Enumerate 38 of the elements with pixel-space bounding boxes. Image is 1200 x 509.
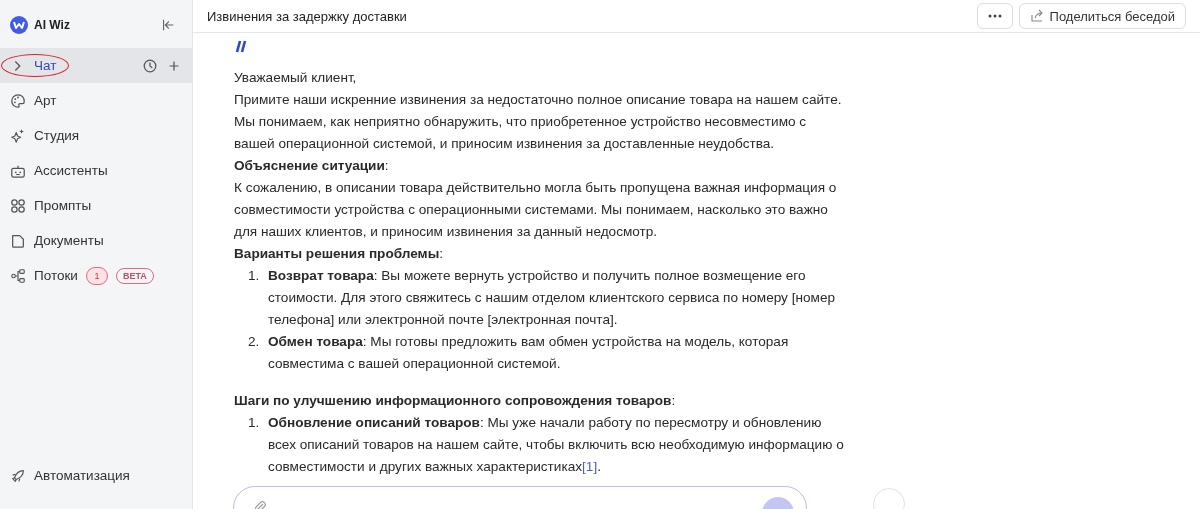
palette-icon <box>10 92 26 109</box>
sidebar-item[interactable]: Автоматизация <box>0 458 192 493</box>
section-heading: Шаги по улучшению информационного сопровождения товаров: <box>234 392 677 410</box>
count-badge: 1 <box>85 266 108 285</box>
list-item-text: Возврат товара: Вы можете вернуть устройство и получить полное возмещение его стоимости. Для этого свяжитесь с нашим отделом клиентского сервиса по номеру [номер телефона] или электронной почте [электронная почта]. <box>268 267 836 329</box>
sparkle-icon <box>10 127 26 144</box>
list-number: 2. <box>248 333 261 351</box>
more-icon <box>987 14 1002 18</box>
sidebar-item[interactable]: Документы <box>0 223 192 258</box>
message-paragraph: Уважаемый клиент, <box>234 69 358 87</box>
assistant-mark-icon <box>234 39 248 53</box>
message-paragraph: К сожалению, в описании товара действительно могла быть пропущена важная информация о совместимости устройства с операционными системами. Мы понимаем, насколько это важно для наших клиентов, и приносим извинения за данный недосмотр. <box>234 179 838 241</box>
list-item-text: Обмен товара: Мы готовы предложить вам обмен устройства на модель, которая совместима с вашей операционной системой. <box>268 333 790 373</box>
more-button[interactable] <box>976 3 1013 29</box>
chat-title: Извинения за задержку доставки <box>207 8 408 24</box>
collapse-sidebar-icon[interactable] <box>160 17 176 33</box>
sidebar-item[interactable]: Чат <box>0 48 192 83</box>
list-item-text: Обновление описаний товаров: Мы уже начали работу по пересмотру и обновлению всех описаний товаров на нашем сайте, чтобы включить всю необходимую информацию о совместимости и других важных характеристиках[1]. <box>268 414 845 476</box>
logo-icon <box>10 16 28 34</box>
list-number: 1. <box>248 267 261 285</box>
sidebar-item[interactable]: Студия <box>0 118 192 153</box>
share-button[interactable]: Поделиться беседой <box>1018 3 1186 29</box>
list-number: 1. <box>248 414 261 432</box>
grid-icon <box>10 197 26 214</box>
sidebar-item[interactable]: Потоки 1 BETA <box>0 258 192 293</box>
sidebar-item[interactable]: Промпты <box>0 188 192 223</box>
message-paragraph: Мы понимаем, как неприятно обнаружить, что приобретенное устройство несовместимо с вашей операционной системой, и приносим извинения за доставленные неудобства. <box>234 113 808 153</box>
document-icon <box>10 232 26 249</box>
message-paragraph: Объяснение ситуации: <box>234 157 390 175</box>
brand-name: AI Wiz <box>34 18 71 32</box>
message-paragraph: Примите наши искренние извинения за недостаточно полное описание товара на нашем сайте. <box>234 91 843 109</box>
message-paragraph: Варианты решения проблемы: <box>234 245 445 263</box>
sidebar-item[interactable]: Ассистенты <box>0 153 192 188</box>
history-icon[interactable] <box>142 57 158 74</box>
share-icon <box>1029 9 1044 23</box>
rocket-icon <box>10 467 26 484</box>
flow-icon <box>10 267 26 284</box>
sidebar-item[interactable]: Арт <box>0 83 192 118</box>
